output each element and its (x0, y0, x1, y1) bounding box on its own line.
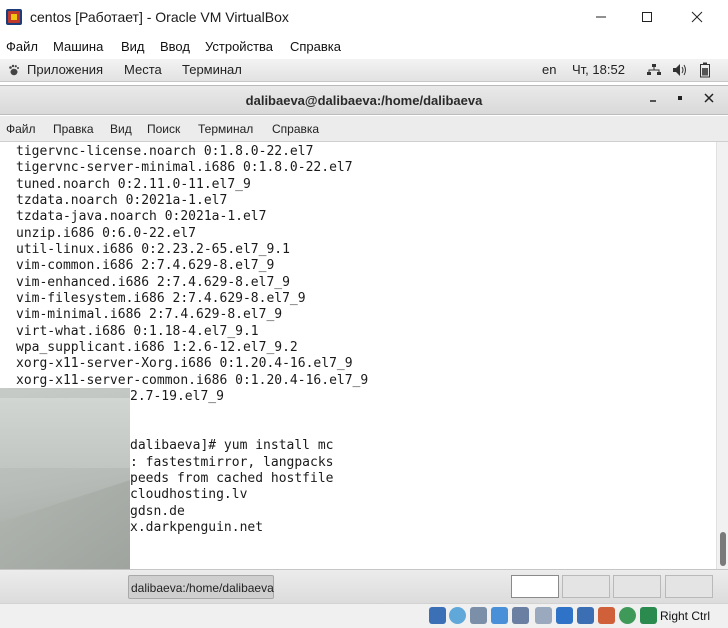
minimize-icon (650, 100, 656, 102)
scrollbar-thumb[interactable] (720, 532, 726, 566)
minimize-icon (596, 16, 606, 18)
clock[interactable]: Чт, 18:52 (572, 62, 625, 77)
guest-taskbar: dalibaeva:/home/dalibaeva (0, 569, 728, 603)
hard-disk-icon[interactable] (429, 607, 446, 624)
terminal-minimize-button[interactable] (644, 92, 662, 110)
menu-devices[interactable]: Устройства (205, 39, 273, 54)
volume-icon[interactable] (672, 63, 687, 77)
terminal-app-menu[interactable]: Терминал (182, 62, 242, 77)
terminal-title-bar: dalibaeva@dalibaeva:/home/dalibaeva (0, 85, 728, 115)
terminal-line: : fastestmirror, langpacks (130, 455, 334, 470)
terminal-line: tzdata.noarch 0:2021a-1.el7 (16, 193, 228, 208)
workspace-3[interactable] (613, 575, 661, 598)
places-menu[interactable]: Места (124, 62, 162, 77)
maximize-icon (678, 96, 682, 100)
terminal-line: vim-enhanced.i686 2:7.4.629-8.el7_9 (16, 275, 290, 290)
terminal-line: x.darkpenguin.net (130, 520, 264, 535)
terminal-menu-view[interactable]: Вид (110, 122, 132, 136)
terminal-menu-terminal[interactable]: Терминал (198, 122, 253, 136)
window-title: centos [Работает] - Oracle VM VirtualBox (30, 9, 289, 25)
taskbar-window-label: dalibaeva:/home/dalibaeva (131, 581, 274, 595)
gnome-foot-icon (9, 64, 19, 76)
terminal-menu-search[interactable]: Поиск (147, 122, 180, 136)
terminal-line: vim-filesystem.i686 2:7.4.629-8.el7_9 (16, 291, 306, 306)
gnome-top-panel: Приложения Места Терминал en Чт, 18:52 (0, 59, 728, 82)
terminal-line: tigervnc-license.noarch 0:1.8.0-22.el7 (16, 144, 314, 159)
terminal-line: tigervnc-server-minimal.i686 0:1.8.0-22.… (16, 160, 353, 175)
close-button[interactable] (674, 3, 720, 31)
terminal-line: xorg-x11-server-Xorg.i686 0:1.20.4-16.el… (16, 356, 353, 371)
close-icon (704, 93, 714, 103)
display-icon[interactable] (556, 607, 573, 624)
terminal-line: dalibaeva]# yum install mc (130, 438, 334, 453)
host-key-label: Right Ctrl (660, 609, 711, 623)
terminal-menu-edit[interactable]: Правка (53, 122, 94, 136)
minimize-button[interactable] (578, 3, 624, 31)
terminal-menu-help[interactable]: Справка (272, 122, 319, 136)
terminal-close-button[interactable] (700, 92, 718, 110)
cpu-icon[interactable] (598, 607, 615, 624)
terminal-line: peeds from cached hostfile (130, 471, 334, 486)
virtualbox-logo-icon (6, 9, 22, 25)
terminal-line: 2.7-19.el7_9 (130, 389, 224, 404)
terminal-maximize-button[interactable] (671, 92, 689, 110)
vbox-menu-bar: Файл Машина Вид Ввод Устройства Справка (0, 35, 728, 59)
terminal-line: vim-common.i686 2:7.4.629-8.el7_9 (16, 258, 275, 273)
terminal-line: unzip.i686 0:6.0-22.el7 (16, 226, 197, 241)
vbox-status-bar: Right Ctrl (0, 603, 728, 628)
menu-view[interactable]: Вид (121, 39, 145, 54)
terminal-line: xorg-x11-server-common.i686 0:1.20.4-16.… (16, 373, 369, 388)
battery-icon[interactable] (699, 62, 711, 78)
terminal-line: tuned.noarch 0:2.11.0-11.el7_9 (16, 177, 251, 192)
menu-input[interactable]: Ввод (160, 39, 190, 54)
recording-icon[interactable] (577, 607, 594, 624)
menu-machine[interactable]: Машина (53, 39, 103, 54)
terminal-line: tzdata-java.noarch 0:2021a-1.el7 (16, 209, 267, 224)
mouse-integration-icon[interactable] (619, 607, 636, 624)
terminal-line: wpa_supplicant.i686 1:2.6-12.el7_9.2 (16, 340, 298, 355)
workspace-4[interactable] (665, 575, 713, 598)
workspace-1[interactable] (511, 575, 559, 598)
menu-help[interactable]: Справка (290, 39, 341, 54)
applications-menu[interactable]: Приложения (27, 62, 103, 77)
menu-file[interactable]: Файл (6, 39, 38, 54)
keyboard-layout-indicator[interactable]: en (542, 62, 556, 77)
optical-drive-icon[interactable] (449, 607, 466, 624)
network-icon[interactable] (646, 63, 662, 77)
terminal-line: gdsn.de (130, 504, 185, 519)
terminal-line: vim-minimal.i686 2:7.4.629-8.el7_9 (16, 307, 283, 322)
close-icon (691, 11, 703, 23)
webcam-ceiling (0, 398, 130, 468)
terminal-line: virt-what.i686 0:1.18-4.el7_9.1 (16, 324, 259, 339)
maximize-button[interactable] (624, 3, 670, 31)
terminal-title: dalibaeva@dalibaeva:/home/dalibaeva (245, 93, 483, 108)
host-key-arrow-icon[interactable] (640, 607, 657, 624)
usb-icon[interactable] (512, 607, 529, 624)
network-adapter-icon[interactable] (491, 607, 508, 624)
shared-folders-icon[interactable] (535, 607, 552, 624)
audio-icon[interactable] (470, 607, 487, 624)
vbox-title-bar: centos [Работает] - Oracle VM VirtualBox (0, 0, 728, 34)
workspace-2[interactable] (562, 575, 610, 598)
terminal-line: cloudhosting.lv (130, 487, 248, 502)
terminal-menu-file[interactable]: Файл (6, 122, 36, 136)
maximize-icon (642, 12, 652, 22)
terminal-menu-bar: Файл Правка Вид Поиск Терминал Справка (0, 116, 728, 142)
taskbar-window-button[interactable]: dalibaeva:/home/dalibaeva (128, 575, 274, 599)
terminal-line: util-linux.i686 0:2.23.2-65.el7_9.1 (16, 242, 290, 257)
terminal-scrollbar[interactable] (716, 142, 728, 569)
